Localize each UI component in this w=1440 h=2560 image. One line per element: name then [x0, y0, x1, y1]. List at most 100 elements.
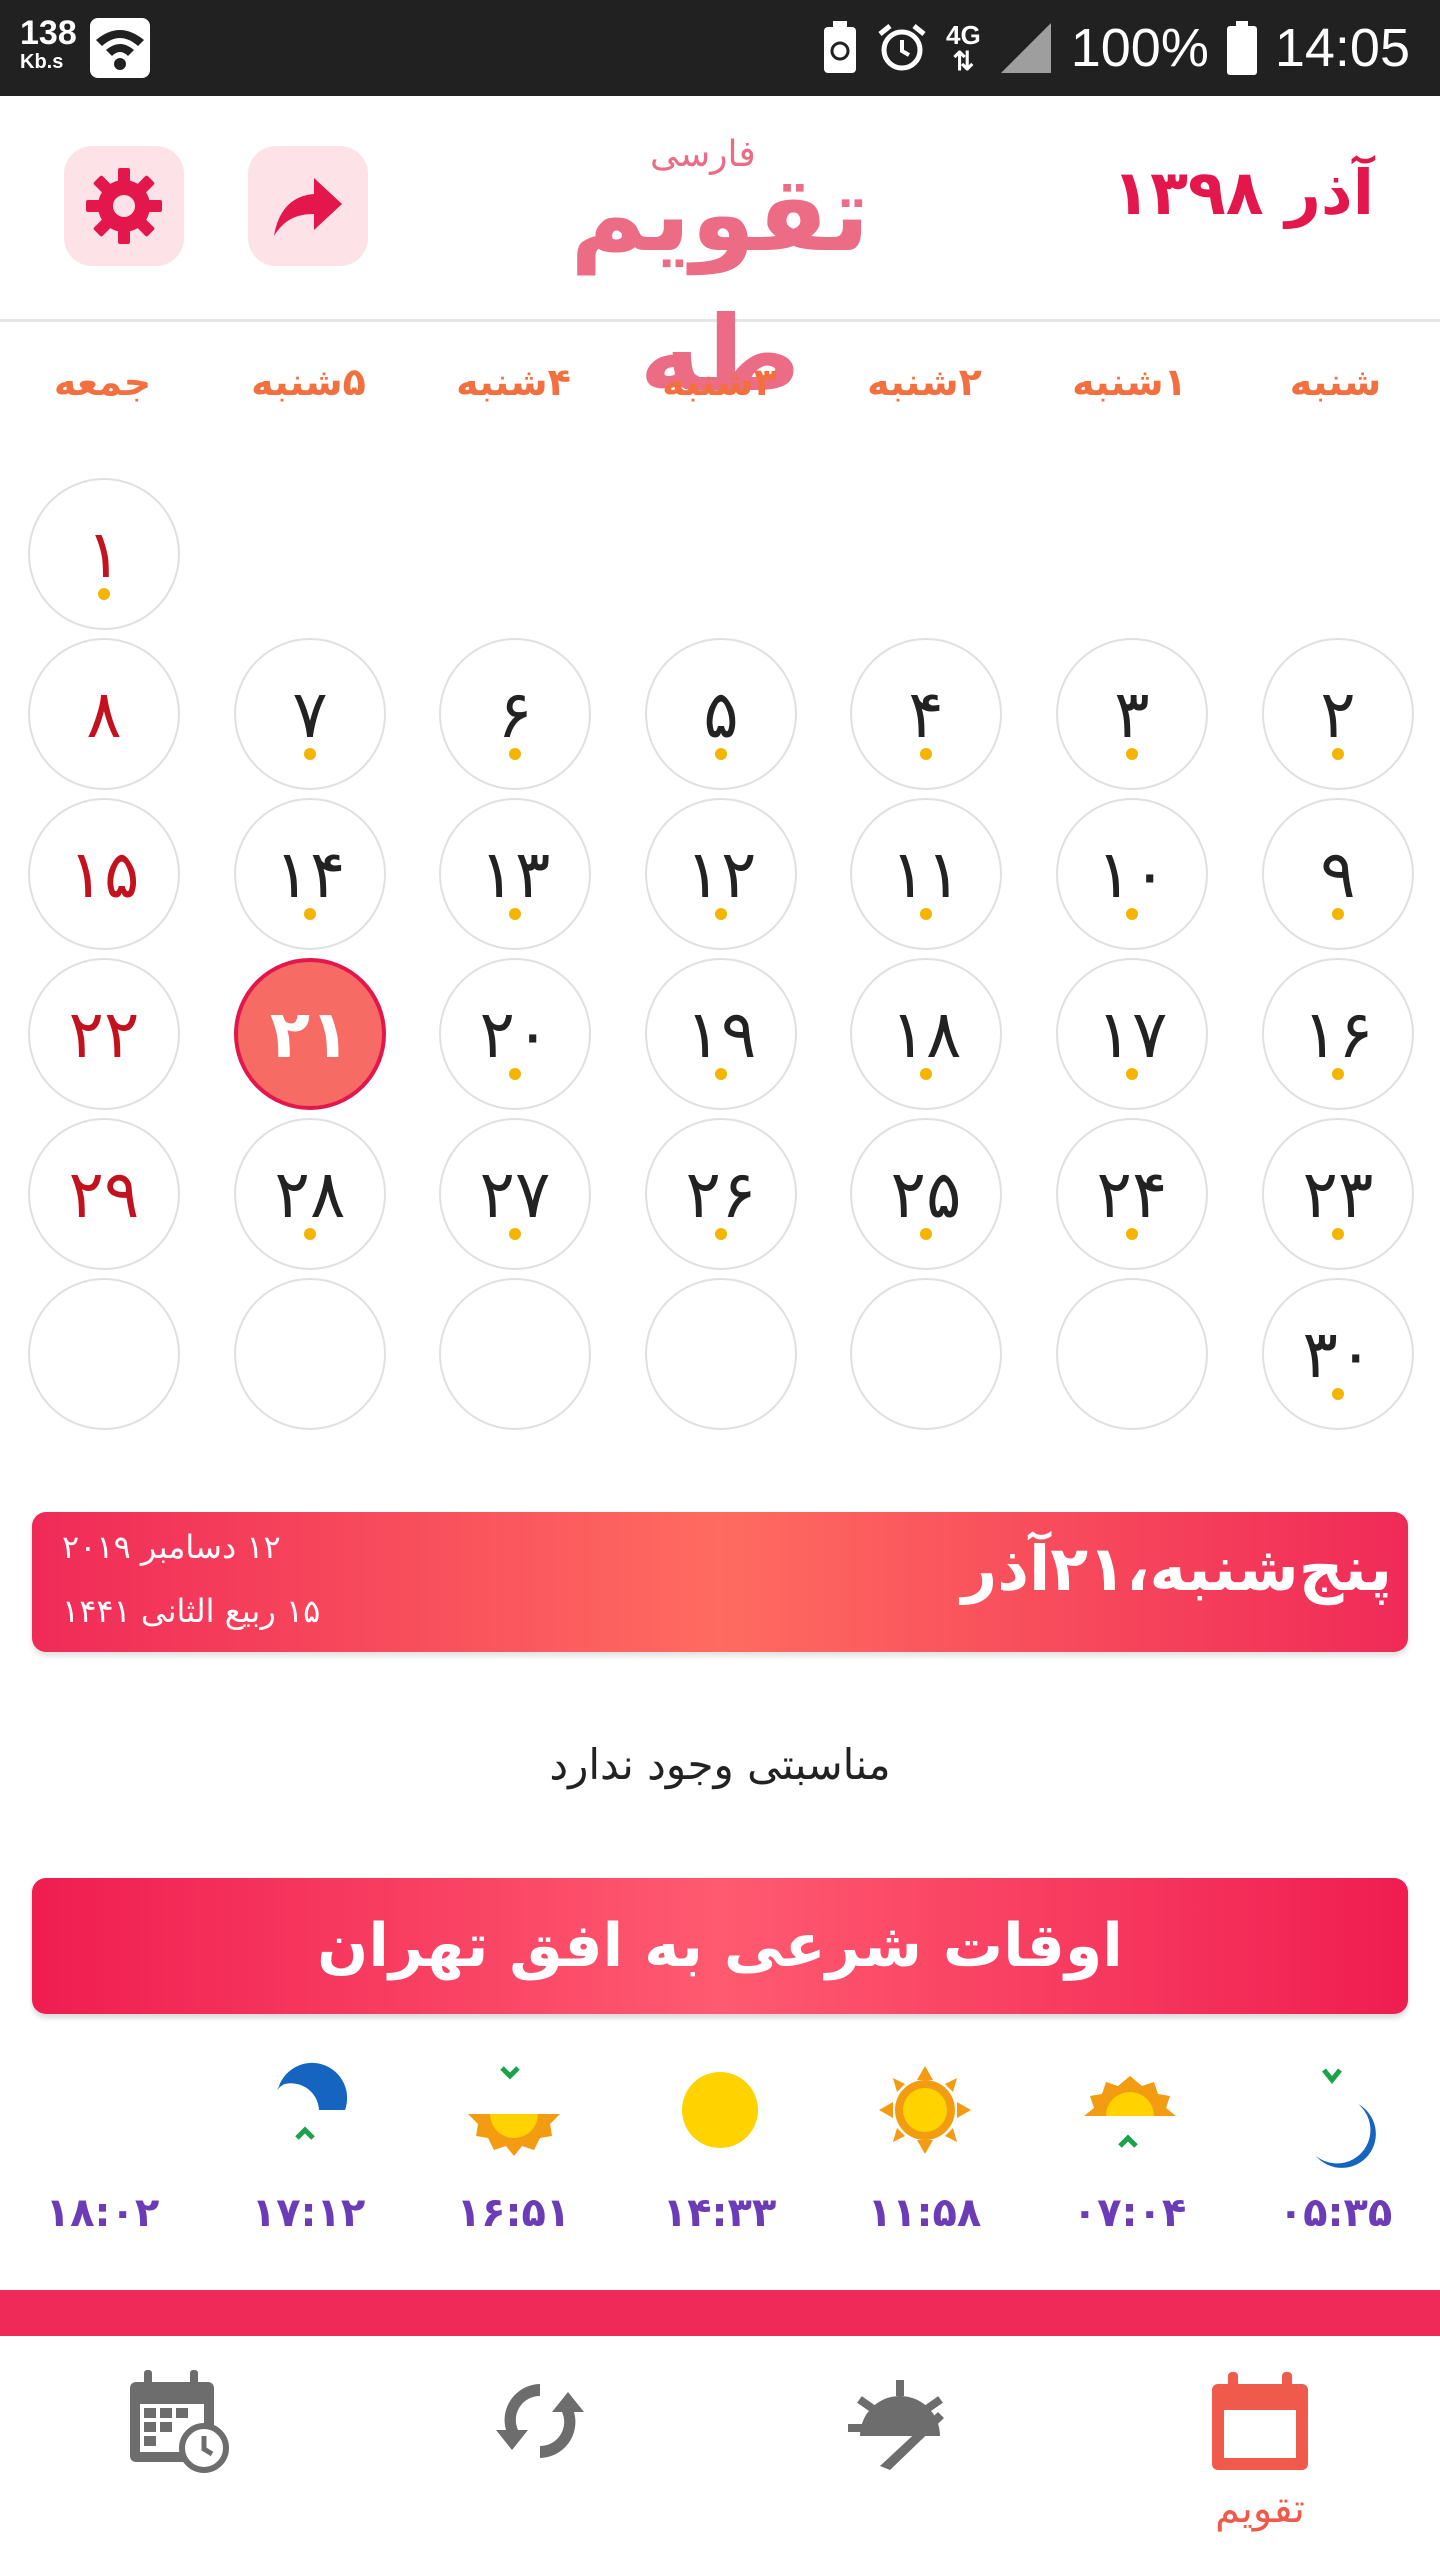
gregorian-date: ۱۲ دسامبر ۲۰۱۹: [62, 1528, 281, 1566]
calendar-day[interactable]: ۱۳: [439, 798, 591, 950]
calendar-day[interactable]: ۲۲: [28, 958, 180, 1110]
network-type: 4G ⇅: [946, 20, 981, 76]
event-dot: [304, 908, 316, 920]
weekday-label: شنبه: [1289, 360, 1382, 404]
day-number: ۱۶: [1302, 995, 1374, 1073]
event-dot: [1332, 748, 1344, 760]
calendar-day[interactable]: ۲۷: [439, 1118, 591, 1270]
status-bar: 138 Kb.s 4G ⇅ 100% 14:05: [0, 0, 1440, 96]
calendar-day[interactable]: ۱۹: [645, 958, 797, 1110]
day-number: ۷: [292, 675, 328, 753]
nav-date-converter[interactable]: [360, 2336, 720, 2560]
calendar-day-empty[interactable]: [850, 1278, 1002, 1430]
day-number: ۲۵: [890, 1155, 962, 1233]
calendar-day-empty[interactable]: [1056, 1278, 1208, 1430]
month-year-title[interactable]: آذر ۱۳۹۸: [1112, 156, 1374, 229]
event-dot: [1126, 1228, 1138, 1240]
app-logo: تقویم طه فارسی: [490, 134, 950, 415]
day-number: ۹: [1320, 835, 1356, 913]
share-button[interactable]: [248, 146, 368, 266]
noon-sun-icon: [878, 2066, 971, 2154]
calendar-day[interactable]: ۲۸: [234, 1118, 386, 1270]
settings-button[interactable]: [64, 146, 184, 266]
calendar-day[interactable]: ۱۴: [234, 798, 386, 950]
day-number: ۸: [86, 675, 122, 753]
nav-events[interactable]: [0, 2336, 360, 2560]
calendar-day-empty[interactable]: [28, 1278, 180, 1430]
battery-icon: [1226, 21, 1257, 75]
day-number: ۲۰: [479, 995, 551, 1073]
clock: 14:05: [1274, 18, 1410, 78]
calendar-day[interactable]: ۲۱: [234, 958, 386, 1110]
calendar-day[interactable]: ۲۳: [1262, 1118, 1414, 1270]
calendar-day[interactable]: ۱۸: [850, 958, 1002, 1110]
calendar-day[interactable]: ۹: [1262, 798, 1414, 950]
calendar-day[interactable]: ۵: [645, 638, 797, 790]
calendar-clock-icon: [130, 2370, 229, 2473]
calendar-day[interactable]: ۲۵: [850, 1118, 1002, 1270]
calendar-day-empty[interactable]: [645, 1278, 797, 1430]
day-number: ۲۸: [274, 1155, 346, 1233]
day-number: ۱۳: [479, 835, 551, 913]
calendar-day[interactable]: ۳: [1056, 638, 1208, 790]
calendar-day[interactable]: ۱: [28, 478, 180, 630]
sunset-icon: [467, 2066, 560, 2156]
prayer-time-item: ۱۷:۱۲: [206, 2060, 411, 2260]
app-header: تقویم طه فارسی آذر ۱۳۹۸: [0, 96, 1440, 415]
sunrise-icon: [1083, 2076, 1176, 2148]
weekday-label: ۴شنبه: [456, 360, 571, 404]
calendar-day[interactable]: ۲۴: [1056, 1118, 1208, 1270]
calendar-day[interactable]: ۱۲: [645, 798, 797, 950]
event-dot: [509, 1068, 521, 1080]
calendar-day[interactable]: ۴: [850, 638, 1002, 790]
day-number: ۱۸: [890, 995, 962, 1073]
calendar-day[interactable]: ۱۱: [850, 798, 1002, 950]
calendar-day[interactable]: ۶: [439, 638, 591, 790]
sync-icon: [496, 2384, 584, 2458]
prayer-times-banner[interactable]: اوقات شرعی به افق تهران: [32, 1878, 1408, 2014]
event-dot: [509, 748, 521, 760]
nav-calendar[interactable]: تقویم: [1080, 2336, 1440, 2560]
calendar-day[interactable]: ۲: [1262, 638, 1414, 790]
calendar-day[interactable]: ۳۰: [1262, 1278, 1414, 1430]
day-number: ۲۷: [479, 1155, 551, 1233]
network-speed: 138 Kb.s: [20, 16, 82, 72]
event-dot: [920, 748, 932, 760]
day-number: ۶: [497, 675, 533, 753]
prayer-time-value: ۱۱:۵۸: [867, 2190, 982, 2236]
calendar-day[interactable]: ۲۹: [28, 1118, 180, 1270]
speed-unit: Kb.s: [20, 51, 64, 73]
calendar-day[interactable]: ۱۵: [28, 798, 180, 950]
day-number: ۱۹: [685, 995, 757, 1073]
calendar-day-empty[interactable]: [234, 1278, 386, 1430]
calendar-day[interactable]: ۱۶: [1262, 958, 1414, 1110]
event-dot: [1332, 908, 1344, 920]
logo-subtitle: فارسی: [650, 134, 756, 175]
day-number: ۱۷: [1096, 995, 1168, 1073]
prayer-time-value: ۱۷:۱۲: [251, 2190, 366, 2236]
prayer-banner-label: اوقات شرعی به افق تهران: [317, 1911, 1123, 1981]
sun-horizon-icon: [848, 2380, 944, 2470]
hijri-date: ۱۵ ربیع الثانی ۱۴۴۱: [62, 1592, 321, 1630]
calendar-day[interactable]: ۲۶: [645, 1118, 797, 1270]
calendar-day[interactable]: ۸: [28, 638, 180, 790]
prayer-time-item: ۱۱:۵۸: [822, 2060, 1027, 2260]
calendar-day[interactable]: ۱۷: [1056, 958, 1208, 1110]
battery-percent: 100%: [1070, 18, 1209, 78]
calendar-day[interactable]: ۱۰: [1056, 798, 1208, 950]
calendar-day-empty[interactable]: [439, 1278, 591, 1430]
day-number: ۵: [703, 675, 739, 753]
day-number: ۲۶: [685, 1155, 757, 1233]
accent-strip: [0, 2290, 1440, 2336]
calendar-day[interactable]: ۷: [234, 638, 386, 790]
nav-prayer-times[interactable]: [720, 2336, 1080, 2560]
event-dot: [1126, 1068, 1138, 1080]
bottom-navigation: تقویم: [0, 2336, 1440, 2560]
event-dot: [715, 748, 727, 760]
afternoon-sun-icon: [681, 2072, 758, 2148]
calendar-icon: [1212, 2372, 1308, 2470]
event-dot: [920, 1068, 932, 1080]
prayer-time-item: ۰۵:۳۵: [1233, 2060, 1438, 2260]
calendar-day[interactable]: ۲۰: [439, 958, 591, 1110]
event-dot: [304, 748, 316, 760]
